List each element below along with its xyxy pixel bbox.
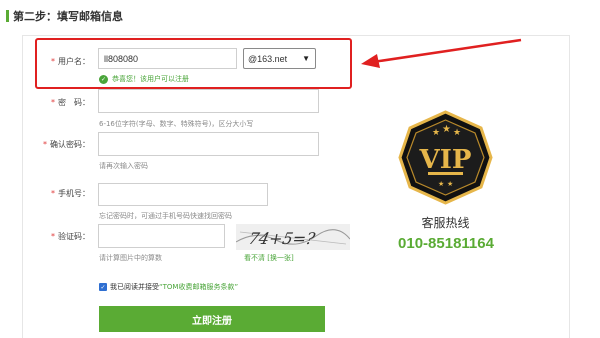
captcha-graphic: 74+5=? [236,229,350,248]
password-hint: 6-16位字符(字母、数字、特殊符号)，区分大小写 [99,120,254,128]
confirm-password-label: * 确认密码： [43,140,90,149]
hotline-label: 客服热线 [421,216,470,230]
agreement-row: ✓ 我已阅读并接受 “TOM收费邮箱服务条款” [99,282,238,292]
svg-text:★: ★ [432,128,440,138]
phone-input[interactable] [98,183,268,206]
step-title: 第二步：填写邮箱信息 [13,10,123,23]
svg-text:★: ★ [442,124,451,135]
phone-hint: 忘记密码时，可通过手机号码快速找回密码 [99,212,232,220]
hotline-number: 010-85181164 [398,235,494,252]
captcha-refresh-link[interactable]: 看不清 [换一张] [244,253,294,263]
annotation-arrow-icon [361,38,522,68]
password-label: * 密 码： [51,98,90,107]
step-marker [6,10,9,22]
svg-text:★: ★ [453,128,461,138]
highlight-box [35,38,352,89]
confirm-password-hint: 请再次输入密码 [99,162,148,170]
captcha-image[interactable]: 74+5=? [236,224,350,250]
phone-label: * 手机号： [51,189,90,198]
password-input[interactable] [98,89,319,113]
step-header: 第二步：填写邮箱信息 [6,8,123,24]
register-button[interactable]: 立即注册 [99,306,325,332]
svg-text:★: ★ [447,180,453,188]
captcha-hint: 请计算图片中的算数 [99,254,162,262]
vip-text: VIP [419,145,472,175]
confirm-password-input[interactable] [98,132,319,156]
captcha-text: 74+5=? [247,229,317,248]
vip-badge-icon: ★ ★ ★ VIP ★ ★ [398,110,493,205]
agreement-text: 我已阅读并接受 [110,283,159,291]
agreement-link[interactable]: “TOM收费邮箱服务条款” [159,282,238,292]
captcha-label: * 验证码： [51,232,90,241]
svg-text:★: ★ [438,180,444,188]
captcha-input[interactable] [98,224,225,248]
agreement-checkbox[interactable]: ✓ [99,283,107,291]
